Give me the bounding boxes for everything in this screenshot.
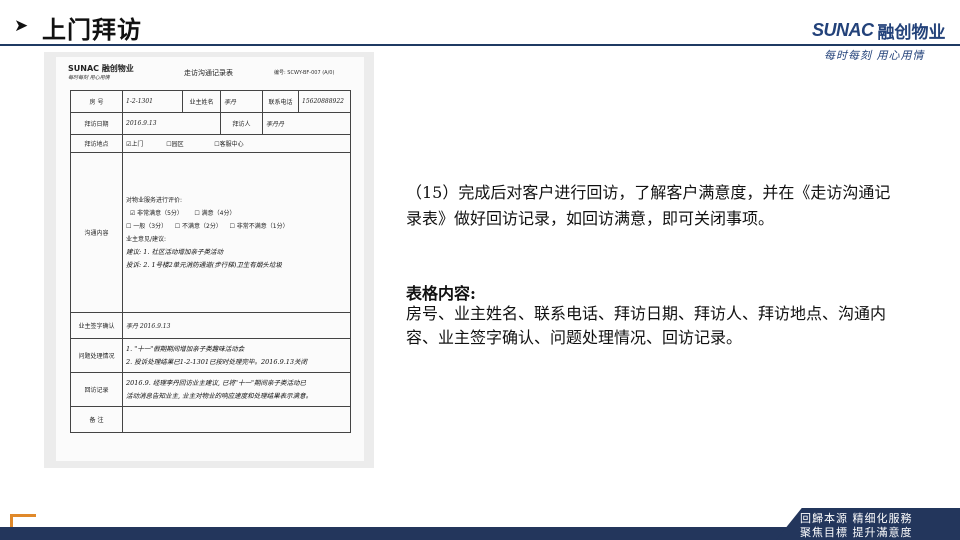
place-option-park: ☐园区 xyxy=(166,141,184,148)
room-value: 1-2-1301 xyxy=(122,90,183,113)
place-option-door: ☑上门 xyxy=(126,141,144,148)
room-label: 房 号 xyxy=(70,90,123,113)
brand-logo-en: SUNAC xyxy=(812,20,874,40)
table-row: 拜访日期 2016.9.13 拜访人 李丹丹 xyxy=(70,112,351,135)
opinion-handwriting: 投诉: 2. 1号楼2单元消防通道(步行梯)卫生有烟头垃圾 xyxy=(126,260,282,269)
owner-name-value: 李丹 xyxy=(220,90,263,113)
rating-row: ☑ 非常满意（5分） ☐ 满意（4分） xyxy=(129,209,236,217)
table-row: 拜访地点 ☑上门 ☐园区 ☐客服中心 xyxy=(70,134,351,153)
phone-label: 联系电话 xyxy=(262,90,299,113)
scanned-form-image: SUNAC 融创物业 每时每刻 用心用情 走访沟通记录表 编号: SCWY-BF… xyxy=(44,52,374,468)
brand-slogan: 每时每刻 用心用情 xyxy=(824,49,925,62)
table-contents-heading: 表格内容: xyxy=(406,284,476,303)
visit-date-value: 2016.9.13 xyxy=(122,112,221,135)
visit-record-table: 房 号 1-2-1301 业主姓名 李丹 联系电话 15620888922 拜访… xyxy=(70,90,351,433)
brand-logo-cn: 融创物业 xyxy=(877,23,946,43)
eval-title: 对物业服务进行评价: xyxy=(126,196,183,204)
content-label: 沟通内容 xyxy=(70,152,123,313)
place-option-service-center: ☐客服中心 xyxy=(214,141,244,148)
form-sheet: SUNAC 融创物业 每时每刻 用心用情 走访沟通记录表 编号: SCWY-BF… xyxy=(56,57,364,461)
page-title: 上门拜访 xyxy=(42,16,142,44)
signature-label: 业主签字确认 xyxy=(70,312,123,339)
callback-label: 回访记录 xyxy=(70,372,123,407)
visitor-label: 拜访人 xyxy=(220,112,263,135)
table-row: 问题处理情况 1. "十一"假期期间增加亲子类趣味活动会 2. 投诉处理结果已1… xyxy=(70,338,351,373)
table-contents-text: 房号、业主姓名、联系电话、拜访日期、拜访人、拜访地点、沟通内容、业主签字确认、问… xyxy=(406,304,887,347)
brand-logo: SUNAC 融创物业 每时每刻 用心用情 xyxy=(812,18,954,66)
remarks-label: 备 注 xyxy=(70,406,123,433)
handling-handwriting: 1. "十一"假期期间增加亲子类趣味活动会 xyxy=(126,344,245,353)
form-brand: SUNAC 融创物业 xyxy=(68,64,134,73)
callback-handwriting: 活动消息告知业主, 业主对物业的响应速度和处理结果表示满意。 xyxy=(126,391,313,400)
table-row: 备 注 xyxy=(70,406,351,433)
form-slogan: 每时每刻 用心用情 xyxy=(68,75,110,81)
owner-name-label: 业主姓名 xyxy=(182,90,221,113)
callback-handwriting: 2016.9. 经理李丹回访业主建议, 已将"十一"期间亲子类活动已 xyxy=(126,378,306,387)
content-cell: 对物业服务进行评价: ☑ 非常满意（5分） ☐ 满意（4分） ☐ 一般（3分） … xyxy=(122,152,351,313)
rating-row: ☐ 一般（3分） ☐ 不满意（2分） ☐ 非常不满意（1分） xyxy=(126,222,289,230)
visit-date-label: 拜访日期 xyxy=(70,112,123,135)
table-row: 业主签字确认 李丹 2016.9.13 xyxy=(70,312,351,339)
handling-cell: 1. "十一"假期期间增加亲子类趣味活动会 2. 投诉处理结果已1-2-1301… xyxy=(122,338,351,373)
opinion-handwriting: 建议: 1. 社区活动增加亲子类活动 xyxy=(126,247,224,256)
form-title: 走访沟通记录表 xyxy=(184,69,233,77)
table-row: 房 号 1-2-1301 业主姓名 李丹 联系电话 15620888922 xyxy=(70,90,351,113)
phone-value: 15620888922 xyxy=(298,90,351,113)
callback-cell: 2016.9. 经理李丹回访业主建议, 已将"十一"期间亲子类活动已 活动消息告… xyxy=(122,372,351,407)
signature-value: 李丹 2016.9.13 xyxy=(122,312,351,339)
visit-place-options: ☑上门 ☐园区 ☐客服中心 xyxy=(122,134,351,153)
footer-slogan-line2: 聚焦目標 提升滿意度 xyxy=(800,526,913,539)
opinion-title: 业主意见/建议: xyxy=(126,235,167,243)
form-code: 编号: SCWY-BF-007 (A/0) xyxy=(274,70,335,76)
remarks-value xyxy=(122,406,351,433)
step-description: （15）完成后对客户进行回访，了解客户满意度，并在《走访沟通记录表》做好回访记录… xyxy=(406,183,891,228)
visit-place-label: 拜访地点 xyxy=(70,134,123,153)
handling-label: 问题处理情况 xyxy=(70,338,123,373)
bullet-arrow-icon: ➤ xyxy=(14,16,29,36)
table-row: 沟通内容 对物业服务进行评价: ☑ 非常满意（5分） ☐ 满意（4分） ☐ 一般… xyxy=(70,152,351,313)
visitor-value: 李丹丹 xyxy=(262,112,351,135)
table-row: 回访记录 2016.9. 经理李丹回访业主建议, 已将"十一"期间亲子类活动已 … xyxy=(70,372,351,407)
handling-handwriting: 2. 投诉处理结果已1-2-1301已按时处理完毕。2016.9.13关闭 xyxy=(126,357,308,366)
